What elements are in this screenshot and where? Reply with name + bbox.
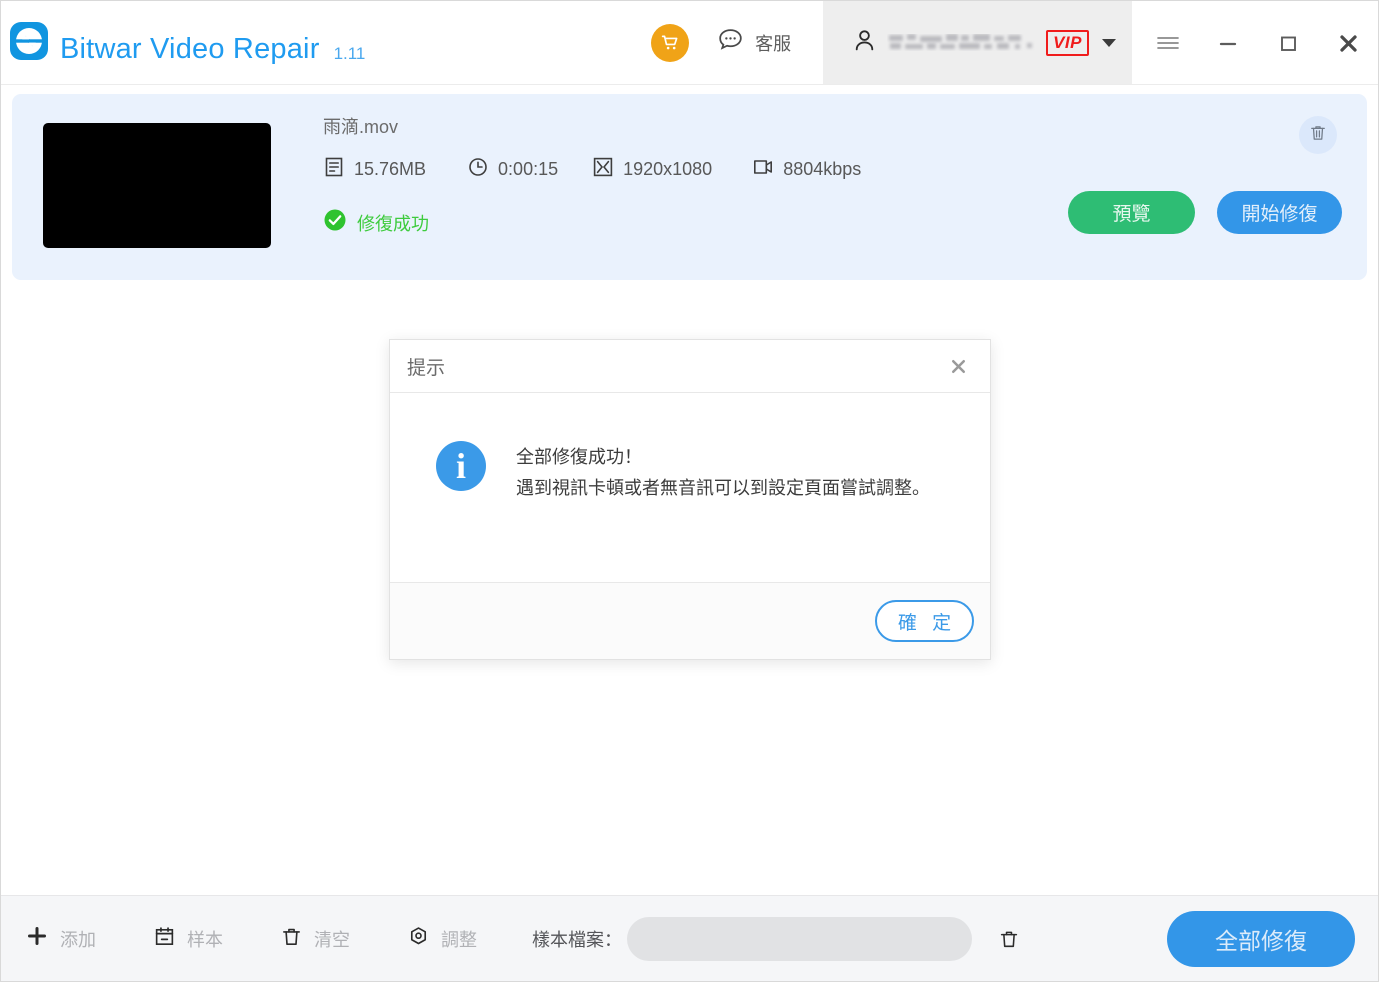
file-size-icon <box>323 156 345 183</box>
bitwar-logo-icon <box>9 21 49 61</box>
info-dialog: 提示 i 全部修復成功！ 遇到視訊卡頓或者無音訊可以到設定頁面嘗試調整。 確 定 <box>389 339 991 660</box>
status-text: 修復成功 <box>357 213 429 234</box>
bottom-toolbar: 添加 样本 清空 調整 樣本檔案： 全部修復 <box>1 895 1378 981</box>
sample-label: 样本 <box>187 929 223 950</box>
meta-file-size: 15.76MB <box>323 156 426 183</box>
preview-button[interactable]: 預覽 <box>1068 191 1195 234</box>
trash-icon <box>1308 123 1328 148</box>
add-label: 添加 <box>60 929 96 950</box>
video-thumbnail[interactable] <box>43 123 271 248</box>
sample-calendar-icon <box>153 925 176 953</box>
brand: Bitwar Video Repair 1.11 <box>9 21 365 64</box>
dialog-body: i 全部修復成功！ 遇到視訊卡頓或者無音訊可以到設定頁面嘗試調整。 <box>390 393 990 582</box>
adjust-label: 調整 <box>441 929 477 950</box>
dialog-footer: 確 定 <box>390 582 990 659</box>
adjust-button[interactable]: 調整 <box>407 925 477 953</box>
sample-button[interactable]: 样本 <box>153 925 223 953</box>
file-card-actions: 預覽 開始修復 <box>1068 191 1342 234</box>
header-actions: 客服 VIP <box>651 1 1378 84</box>
add-button[interactable]: 添加 <box>25 924 96 953</box>
meta-value: 15.76MB <box>354 159 427 179</box>
person-icon <box>851 27 878 59</box>
dialog-title: 提示 <box>407 357 446 379</box>
sample-file-input[interactable] <box>627 916 972 961</box>
plus-icon <box>25 924 49 953</box>
close-icon[interactable] <box>1318 16 1378 70</box>
confirm-button[interactable]: 確 定 <box>875 600 974 642</box>
hamburger-menu-icon[interactable] <box>1138 16 1198 70</box>
app-version: 1.11 <box>333 44 366 63</box>
user-account-menu[interactable]: VIP <box>823 1 1132 84</box>
app-window: Bitwar Video Repair 1.11 客服 VIP 雨滴.mov 1… <box>0 0 1379 982</box>
app-title: Bitwar Video Repair <box>60 33 320 65</box>
clear-sample-button[interactable] <box>994 924 1024 954</box>
clear-label: 清空 <box>314 929 350 950</box>
video-camera-icon <box>752 156 774 183</box>
meta-value: 8804kbps <box>783 159 862 179</box>
status-badge: 修復成功 <box>323 208 429 237</box>
clear-button[interactable]: 清空 <box>280 925 350 953</box>
chat-bubble-icon <box>715 25 746 61</box>
meta-value: 1920x1080 <box>623 159 713 179</box>
chevron-down-icon[interactable] <box>1102 38 1116 47</box>
support-label: 客服 <box>755 33 792 54</box>
main-content: 雨滴.mov 15.76MB 0:00:15 1920x1080 8804kbp… <box>1 85 1378 895</box>
window-controls <box>1138 16 1378 70</box>
settings-gear-icon <box>407 925 430 953</box>
file-name: 雨滴.mov <box>323 117 399 137</box>
repair-all-button[interactable]: 全部修復 <box>1167 910 1355 967</box>
meta-resolution: 1920x1080 <box>592 156 712 183</box>
trash-icon <box>280 925 303 953</box>
info-circle-icon: i <box>436 441 486 491</box>
meta-bitrate: 8804kbps <box>752 156 861 183</box>
dialog-message-line-2: 遇到視訊卡頓或者無音訊可以到設定頁面嘗試調整。 <box>516 477 930 498</box>
delete-file-button[interactable] <box>1299 116 1337 154</box>
minimize-icon[interactable] <box>1198 16 1258 70</box>
vip-badge: VIP <box>1046 29 1089 56</box>
maximize-icon[interactable] <box>1258 16 1318 70</box>
meta-duration: 0:00:15 <box>467 156 558 183</box>
support-button[interactable]: 客服 <box>715 25 791 61</box>
file-meta-row: 15.76MB 0:00:15 1920x1080 8804kbps <box>323 156 861 183</box>
shopping-cart-icon[interactable] <box>651 23 690 62</box>
sample-file-label: 樣本檔案： <box>532 929 622 950</box>
dialog-message-line-1: 全部修復成功！ <box>516 447 642 467</box>
meta-value: 0:00:15 <box>498 159 559 179</box>
dialog-header: 提示 <box>390 340 990 393</box>
check-circle-icon <box>323 208 347 237</box>
resolution-icon <box>592 156 614 183</box>
clock-icon <box>467 156 489 183</box>
close-icon[interactable] <box>944 352 972 380</box>
title-bar: Bitwar Video Repair 1.11 客服 VIP <box>1 1 1378 85</box>
start-repair-button[interactable]: 開始修復 <box>1217 191 1342 234</box>
file-card: 雨滴.mov 15.76MB 0:00:15 1920x1080 8804kbp… <box>12 94 1367 280</box>
user-name <box>887 34 1037 51</box>
dialog-message: 全部修復成功！ 遇到視訊卡頓或者無音訊可以到設定頁面嘗試調整。 <box>516 441 930 582</box>
